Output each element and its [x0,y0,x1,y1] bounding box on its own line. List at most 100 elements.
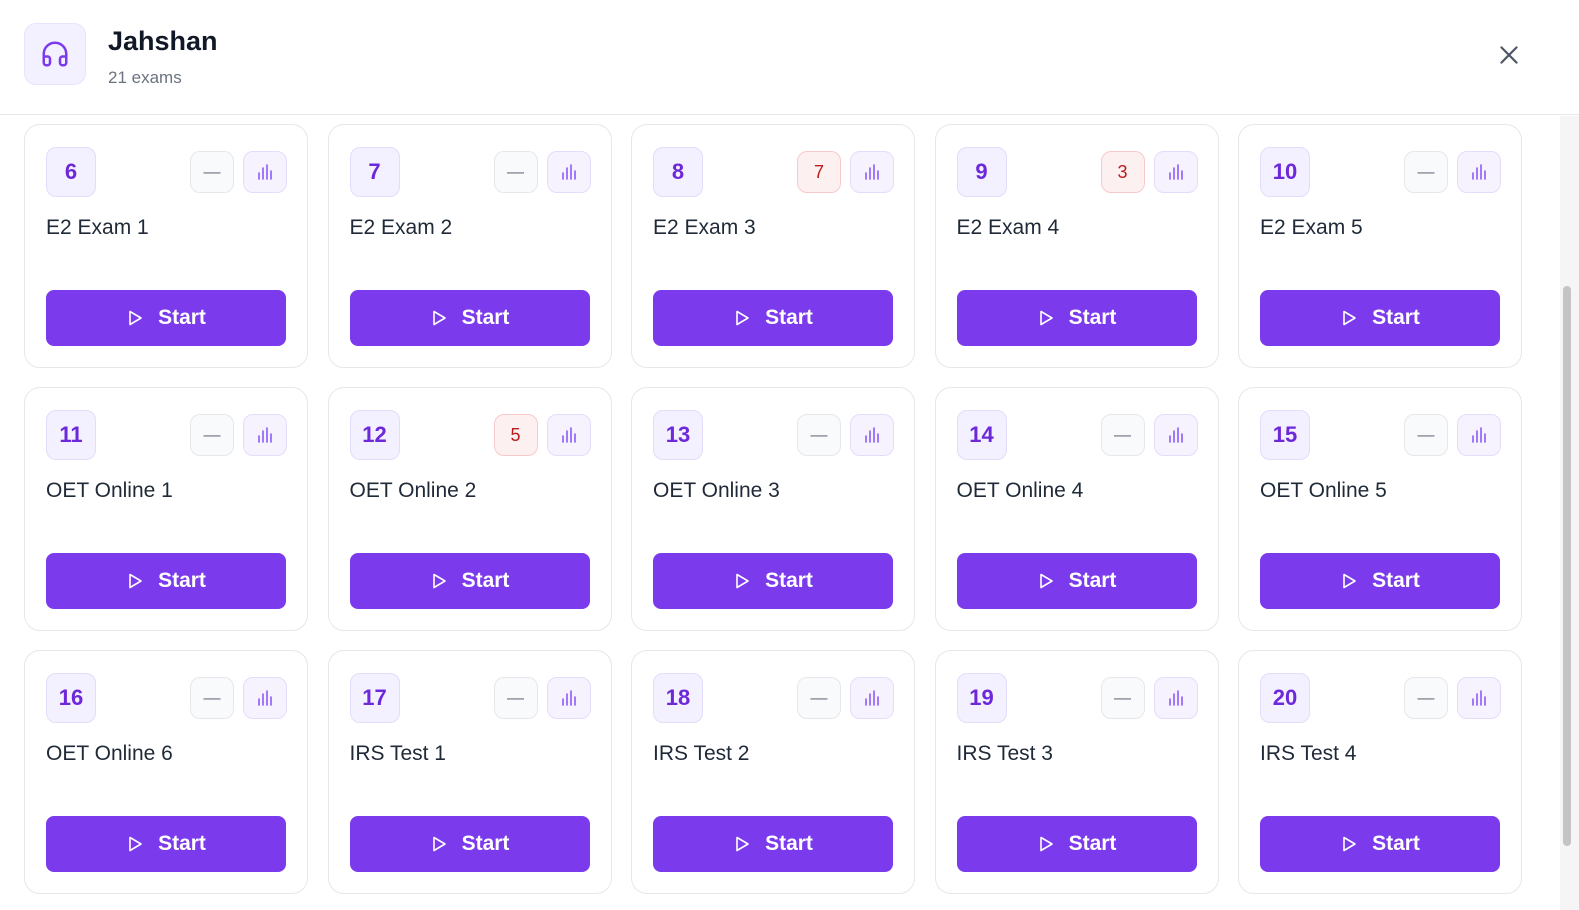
scrollbar-thumb[interactable] [1563,286,1571,846]
stats-button[interactable] [1153,151,1198,193]
bar-chart-icon [561,427,576,443]
start-button[interactable]: Start [1260,816,1500,872]
exam-number-badge: 7 [349,147,400,197]
exam-number-badge: 18 [653,673,703,723]
exam-number-badge: 13 [653,410,703,460]
exam-card: 8 7 E2 Exam 3 Start [631,124,915,368]
exam-card: 12 5 OET Online 2 Start [327,387,612,631]
start-button-label: Start [1372,306,1420,329]
exam-card: 9 3 E2 Exam 4 Start [934,124,1219,368]
play-icon [1343,310,1356,326]
start-button[interactable]: Start [1260,290,1500,346]
stats-button[interactable] [1457,151,1501,193]
exam-number-badge: 11 [46,410,96,460]
start-button-label: Start [765,569,813,592]
start-button[interactable]: Start [956,816,1197,872]
bar-chart-icon [865,164,879,180]
stats-button[interactable] [850,677,894,719]
exam-card: 18 — IRS Test 2 Start [631,650,915,894]
exam-number-badge: 15 [1260,410,1310,460]
exam-card: 20 — IRS Test 4 Start [1238,650,1522,894]
play-icon [1343,836,1356,852]
exam-title: OET Online 1 [46,479,173,502]
bar-chart-icon [1472,427,1486,443]
start-button[interactable]: Start [46,553,286,609]
start-button[interactable]: Start [349,553,590,609]
score-badge: — [1404,677,1448,719]
start-button[interactable]: Start [653,290,893,346]
exam-card: 17 — IRS Test 1 Start [327,650,612,894]
close-button[interactable] [1492,38,1526,72]
play-icon [736,310,749,326]
bar-chart-icon [258,427,272,443]
exam-card: 10 — E2 Exam 5 Start [1238,124,1522,368]
play-icon [432,310,446,326]
stats-button[interactable] [1153,677,1198,719]
exam-title: E2 Exam 4 [956,216,1060,239]
exam-number-badge: 6 [46,147,96,197]
exam-count: 21 exams [108,68,182,87]
exam-title: E2 Exam 3 [653,216,756,239]
stats-button[interactable] [243,677,287,719]
exam-title: IRS Test 1 [349,742,447,765]
exam-title: OET Online 5 [1260,479,1387,502]
exam-number-badge: 19 [956,673,1007,723]
score-badge: — [1100,677,1145,719]
exam-list[interactable]: 6 — E2 Exam 1 Start 7 — E2 Exam 2 Start … [0,116,1560,910]
score-badge: 5 [493,414,538,456]
score-badge: — [1100,414,1145,456]
play-icon [1343,573,1356,589]
start-button[interactable]: Start [349,290,590,346]
exam-title: IRS Test 3 [956,742,1054,765]
start-button[interactable]: Start [46,290,286,346]
stats-button[interactable] [1153,414,1198,456]
exam-card: 14 — OET Online 4 Start [934,387,1219,631]
stats-button[interactable] [546,414,591,456]
start-button-label: Start [1372,832,1420,855]
start-button[interactable]: Start [956,553,1197,609]
stats-button[interactable] [546,677,591,719]
play-icon [129,836,142,852]
start-button[interactable]: Start [46,816,286,872]
start-button[interactable]: Start [653,553,893,609]
scrollbar[interactable] [1560,116,1579,910]
exam-number-badge: 17 [349,673,400,723]
stats-button[interactable] [243,151,287,193]
start-button[interactable]: Start [1260,553,1500,609]
start-button-label: Start [1068,306,1117,329]
play-icon [736,573,749,589]
stats-button[interactable] [1457,677,1501,719]
start-button-label: Start [461,306,510,329]
exam-title: OET Online 4 [956,479,1084,502]
score-badge: — [1404,151,1448,193]
stats-button[interactable] [546,151,591,193]
exam-card: 19 — IRS Test 3 Start [934,650,1219,894]
stats-button[interactable] [850,414,894,456]
play-icon [432,836,446,852]
start-button-label: Start [461,569,510,592]
start-button[interactable]: Start [653,816,893,872]
exam-title: E2 Exam 2 [349,216,453,239]
exam-number-badge: 8 [653,147,703,197]
bar-chart-icon [258,690,272,706]
start-button-label: Start [158,569,206,592]
stats-button[interactable] [850,151,894,193]
play-icon [1039,310,1053,326]
exam-number-badge: 10 [1260,147,1310,197]
start-button[interactable]: Start [956,290,1197,346]
close-icon [1500,46,1518,64]
exam-number-badge: 9 [956,147,1007,197]
start-button-label: Start [765,306,813,329]
stats-button[interactable] [243,414,287,456]
bar-chart-icon [1472,690,1486,706]
start-button-label: Start [1068,569,1117,592]
bar-chart-icon [1472,164,1486,180]
start-button[interactable]: Start [349,816,590,872]
exam-grid: 6 — E2 Exam 1 Start 7 — E2 Exam 2 Start … [24,124,1522,894]
exam-title: E2 Exam 5 [1260,216,1363,239]
stats-button[interactable] [1457,414,1501,456]
score-badge: — [493,677,538,719]
exam-card: 7 — E2 Exam 2 Start [327,124,612,368]
score-badge: — [190,677,234,719]
page-title: Jahshan [108,26,218,56]
